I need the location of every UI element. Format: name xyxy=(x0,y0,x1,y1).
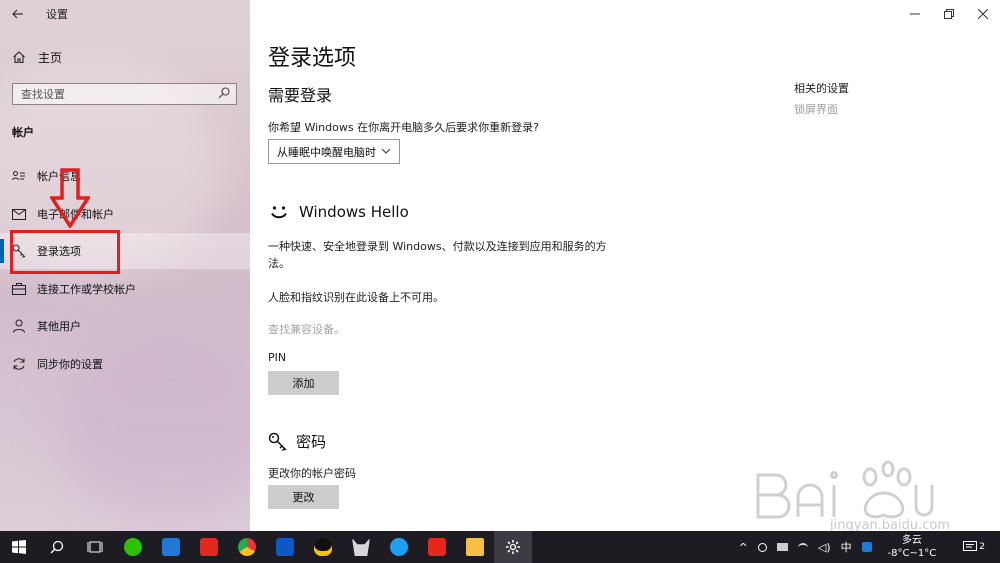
tray-overflow-chevron-icon[interactable]: ^ xyxy=(739,541,748,554)
tray-app-icon[interactable] xyxy=(776,543,788,551)
password-subtitle: 更改你的帐户密码 xyxy=(268,467,356,480)
dropdown-value: 从睡眠中唤醒电脑时 xyxy=(277,145,376,159)
related-settings-heading: 相关的设置 xyxy=(794,82,849,95)
system-tray: ^ ◁) 中 多云 -8°C~1°C 2 xyxy=(734,531,1000,563)
main-panel: 登录选项 需要登录 你希望 Windows 在你离开电脑多久后要求你重新登录? … xyxy=(250,0,1000,531)
pin-label: PIN xyxy=(268,351,287,364)
start-button[interactable] xyxy=(0,531,38,563)
sidebar-item-label: 其他用户 xyxy=(37,320,81,333)
close-button[interactable] xyxy=(966,0,1000,28)
windows-hello-title: Windows Hello xyxy=(299,203,409,221)
ie-icon xyxy=(390,538,408,556)
person-icon xyxy=(12,319,26,333)
sidebar-item-work-school[interactable]: 连接工作或学校帐户 xyxy=(0,271,250,307)
require-login-question: 你希望 Windows 在你离开电脑多久后要求你重新登录? xyxy=(268,121,539,134)
key-icon xyxy=(268,432,287,451)
sidebar-item-sync[interactable]: 同步你的设置 xyxy=(0,346,250,382)
close-icon xyxy=(978,9,988,19)
sync-icon xyxy=(12,357,26,371)
find-compatible-devices-link[interactable]: 查找兼容设备。 xyxy=(268,321,345,337)
network-icon[interactable] xyxy=(797,542,808,552)
app-blue-icon xyxy=(162,538,180,556)
minimize-button[interactable] xyxy=(898,0,932,28)
windows-hello-description: 一种快速、安全地登录到 Windows、付款以及连接到应用和服务的方法。 xyxy=(268,240,607,270)
ie-taskbar-icon[interactable] xyxy=(380,531,418,563)
tray-app-icon[interactable] xyxy=(757,542,767,552)
section-heading: 帐户 xyxy=(12,126,34,139)
chrome-icon xyxy=(238,538,256,556)
page-title: 登录选项 xyxy=(268,46,357,71)
home-label: 主页 xyxy=(38,50,63,65)
notification-icon xyxy=(963,541,978,551)
account-info-icon xyxy=(12,169,26,183)
search-icon[interactable] xyxy=(218,87,230,99)
briefcase-icon xyxy=(12,282,26,296)
app-taskbar-icon[interactable] xyxy=(190,531,228,563)
app-taskbar-icon[interactable] xyxy=(266,531,304,563)
sidebar-item-email[interactable]: 电子邮件和帐户 xyxy=(0,196,250,232)
task-view-icon xyxy=(87,541,103,553)
mail-icon xyxy=(12,207,26,221)
search-input[interactable] xyxy=(21,87,211,101)
search-box[interactable] xyxy=(12,83,237,105)
search-icon xyxy=(50,540,64,554)
volume-icon[interactable]: ◁) xyxy=(818,541,831,554)
qq-taskbar-icon[interactable] xyxy=(304,531,342,563)
title-bar: 设置 xyxy=(0,0,250,28)
notification-badge: 2 xyxy=(979,542,985,552)
wechat-icon xyxy=(124,538,142,556)
require-login-heading: 需要登录 xyxy=(268,86,333,105)
annotation-arrow-icon xyxy=(50,168,90,228)
explorer-taskbar-icon[interactable] xyxy=(456,531,494,563)
password-heading: 密码 xyxy=(268,431,326,452)
app-taskbar-icon[interactable] xyxy=(342,531,380,563)
password-title: 密码 xyxy=(296,433,327,451)
tray-app-icon[interactable] xyxy=(861,542,872,552)
app-red-icon xyxy=(428,538,446,556)
task-view-button[interactable] xyxy=(76,531,114,563)
window-controls xyxy=(898,0,1000,28)
restore-icon xyxy=(944,9,954,19)
app-blue-icon xyxy=(276,538,294,556)
home-icon xyxy=(12,50,26,64)
smiley-icon xyxy=(271,206,287,219)
sidebar-item-other-users[interactable]: 其他用户 xyxy=(0,308,250,344)
search-taskbar-button[interactable] xyxy=(38,531,76,563)
minimize-icon xyxy=(910,13,920,15)
sidebar-item-account-info[interactable]: 帐户信息 xyxy=(0,158,250,194)
sidebar-item-label: 同步你的设置 xyxy=(37,358,103,371)
weather-condition: 多云 xyxy=(901,535,922,546)
folder-icon xyxy=(466,538,484,556)
app-taskbar-icon[interactable] xyxy=(418,531,456,563)
sidebar-item-label: 连接工作或学校帐户 xyxy=(37,283,136,296)
weather-temperature: -8°C~1°C xyxy=(887,548,937,559)
fox-icon xyxy=(352,538,370,556)
weather-widget[interactable]: 多云 -8°C~1°C xyxy=(883,534,942,560)
chevron-down-icon xyxy=(381,148,391,154)
app-red-icon xyxy=(200,538,218,556)
app-taskbar-icon[interactable] xyxy=(152,531,190,563)
chrome-taskbar-icon[interactable] xyxy=(228,531,266,563)
windows-hello-heading: Windows Hello xyxy=(268,201,409,223)
settings-taskbar-icon[interactable] xyxy=(494,531,532,563)
app-title: 设置 xyxy=(46,8,68,21)
annotation-highlight-box xyxy=(10,230,120,274)
back-arrow-icon xyxy=(12,9,23,19)
notification-center-button[interactable]: 2 xyxy=(963,541,990,553)
change-password-button[interactable]: 更改 xyxy=(268,485,339,509)
taskbar: ^ ◁) 中 多云 -8°C~1°C 2 xyxy=(0,531,1000,563)
lock-screen-link[interactable]: 锁屏界面 xyxy=(794,101,838,117)
qq-icon xyxy=(314,538,332,556)
restore-button[interactable] xyxy=(932,0,966,28)
windows-logo-icon xyxy=(12,540,26,554)
wechat-taskbar-icon[interactable] xyxy=(114,531,152,563)
require-login-dropdown[interactable]: 从睡眠中唤醒电脑时 xyxy=(268,139,400,164)
ime-indicator[interactable]: 中 xyxy=(841,539,852,555)
gear-icon xyxy=(506,540,520,554)
add-pin-button[interactable]: 添加 xyxy=(268,371,339,395)
biometric-unavailable-text: 人脸和指纹识别在此设备上不可用。 xyxy=(268,291,444,304)
back-button[interactable] xyxy=(0,0,36,28)
home-link[interactable]: 主页 xyxy=(12,48,62,66)
